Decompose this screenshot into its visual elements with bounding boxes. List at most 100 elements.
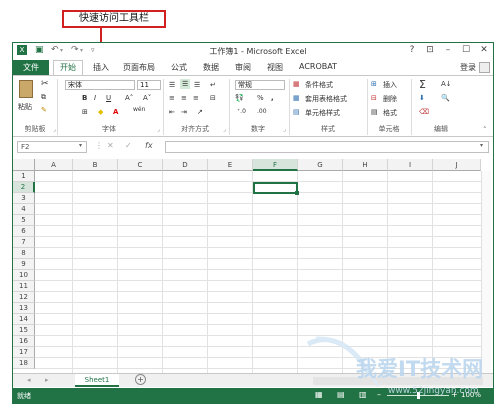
column-header-j[interactable]: J	[433, 159, 481, 171]
column-header-d[interactable]: D	[163, 159, 208, 171]
alignment-launcher-icon[interactable]: ⌟	[223, 126, 226, 133]
wrap-text-icon[interactable]: ↵	[210, 81, 216, 89]
bold-button[interactable]: B	[82, 94, 87, 102]
undo-icon[interactable]: ↶	[51, 45, 59, 55]
row-header-16[interactable]: 16	[13, 336, 35, 347]
row-header-2[interactable]: 2	[13, 182, 35, 193]
scroll-sheets-left-icon[interactable]: ◂	[27, 376, 31, 384]
delete-cells-button[interactable]: 删除	[383, 94, 397, 104]
format-table-icon[interactable]: ▦	[293, 94, 300, 102]
delete-cells-icon[interactable]: ⊟	[371, 94, 377, 102]
tab-acrobat[interactable]: ACROBAT	[299, 62, 337, 71]
row-header-18[interactable]: 18	[13, 358, 35, 369]
align-left-icon[interactable]: ≡	[169, 94, 175, 102]
grow-font-button[interactable]: A˄	[125, 94, 133, 102]
conditional-format-icon[interactable]: ▦	[293, 80, 300, 88]
increase-indent-icon[interactable]: ⇥	[181, 108, 187, 116]
copy-icon[interactable]: ⧉	[41, 93, 46, 102]
cell-styles-button[interactable]: 单元格样式	[305, 108, 340, 118]
fill-color-icon[interactable]: ◆	[98, 108, 103, 116]
column-header-e[interactable]: E	[208, 159, 253, 171]
fill-icon[interactable]: ⬇	[419, 94, 425, 102]
paste-icon[interactable]	[19, 80, 33, 98]
expand-formula-icon[interactable]: ▾	[480, 142, 483, 149]
insert-cells-button[interactable]: 插入	[383, 80, 397, 90]
row-header-10[interactable]: 10	[13, 270, 35, 281]
column-header-c[interactable]: C	[118, 159, 163, 171]
collapse-ribbon-icon[interactable]: ˄	[483, 126, 487, 134]
font-color-icon[interactable]: A	[113, 108, 118, 116]
tab-review[interactable]: 审阅	[235, 62, 251, 73]
border-icon[interactable]: ⊞	[82, 108, 88, 116]
format-cells-button[interactable]: 格式	[383, 108, 397, 118]
row-header-14[interactable]: 14	[13, 314, 35, 325]
number-launcher-icon[interactable]: ⌟	[283, 126, 286, 133]
underline-button[interactable]: U	[106, 94, 111, 102]
format-table-button[interactable]: 套用表格格式	[305, 94, 347, 104]
align-middle-icon[interactable]: ☰	[180, 79, 191, 89]
undo-dropdown-icon[interactable]: ▾	[60, 47, 63, 54]
font-size-combo[interactable]: 11	[137, 80, 161, 90]
font-name-combo[interactable]: 宋体	[65, 80, 135, 90]
fill-handle[interactable]	[295, 191, 299, 195]
find-select-icon[interactable]: 🔍	[441, 94, 450, 102]
tab-file[interactable]: 文件	[13, 60, 49, 75]
column-header-a[interactable]: A	[35, 159, 73, 171]
row-header-8[interactable]: 8	[13, 248, 35, 259]
sort-filter-icon[interactable]: A↓	[441, 80, 452, 88]
orientation-icon[interactable]: ↗	[197, 108, 203, 116]
phonetic-button[interactable]: wén	[133, 106, 145, 113]
row-header-13[interactable]: 13	[13, 303, 35, 314]
row-header-9[interactable]: 9	[13, 259, 35, 270]
tab-formulas[interactable]: 公式	[171, 62, 187, 73]
tab-home[interactable]: 开始	[53, 60, 83, 75]
minimize-icon[interactable]: –	[442, 45, 454, 55]
column-header-f[interactable]: F	[253, 159, 298, 171]
percent-button[interactable]: %	[257, 94, 264, 102]
row-header-12[interactable]: 12	[13, 292, 35, 303]
redo-icon[interactable]: ↷	[71, 45, 79, 55]
row-header-5[interactable]: 5	[13, 215, 35, 226]
number-format-combo[interactable]: 常规	[235, 80, 285, 90]
close-icon[interactable]: ✕	[478, 45, 490, 55]
customize-qat-icon[interactable]: ▿	[91, 46, 95, 54]
scroll-sheets-right-icon[interactable]: ▸	[45, 376, 49, 384]
maximize-icon[interactable]: ☐	[460, 45, 472, 55]
confirm-entry-icon[interactable]: ✓	[125, 141, 132, 150]
format-cells-icon[interactable]: ▤	[371, 108, 378, 116]
align-top-icon[interactable]: ☰	[169, 81, 175, 89]
format-painter-icon[interactable]: ✎	[41, 106, 47, 114]
row-header-17[interactable]: 17	[13, 347, 35, 358]
row-header-4[interactable]: 4	[13, 204, 35, 215]
conditional-format-button[interactable]: 条件格式	[305, 80, 333, 90]
cell-styles-icon[interactable]: ▤	[293, 108, 300, 116]
tab-view[interactable]: 视图	[267, 62, 283, 73]
help-icon[interactable]: ?	[406, 45, 418, 55]
row-header-7[interactable]: 7	[13, 237, 35, 248]
tab-insert[interactable]: 插入	[93, 62, 109, 73]
shrink-font-button[interactable]: A˅	[143, 94, 151, 102]
comma-button[interactable]: ,	[271, 94, 274, 102]
decrease-indent-icon[interactable]: ⇤	[169, 108, 175, 116]
clear-icon[interactable]: ⌫	[419, 108, 429, 116]
column-header-b[interactable]: B	[73, 159, 118, 171]
ribbon-display-icon[interactable]: ⊡	[424, 45, 436, 55]
font-launcher-icon[interactable]: ⌟	[157, 126, 160, 133]
name-box-dropdown-icon[interactable]: ▾	[79, 142, 82, 149]
active-cell[interactable]	[253, 182, 298, 194]
align-center-icon[interactable]: ≡	[181, 94, 187, 102]
paste-button[interactable]: 粘贴	[18, 102, 32, 112]
align-bottom-icon[interactable]: ☰	[194, 81, 200, 89]
increase-decimal-icon[interactable]: ⁺.0	[237, 108, 246, 115]
align-right-icon[interactable]: ≡	[193, 94, 199, 102]
sheet-tab-sheet1[interactable]: Sheet1	[75, 374, 119, 387]
italic-button[interactable]: I	[94, 94, 96, 102]
tab-page-layout[interactable]: 页面布局	[123, 62, 155, 73]
row-header-3[interactable]: 3	[13, 193, 35, 204]
save-icon[interactable]: ▣	[35, 45, 44, 55]
autosum-button[interactable]: Σ	[419, 78, 426, 91]
name-box[interactable]: F2	[17, 141, 87, 153]
row-header-6[interactable]: 6	[13, 226, 35, 237]
login-link[interactable]: 登录	[460, 62, 476, 73]
insert-cells-icon[interactable]: ⊞	[371, 80, 377, 88]
